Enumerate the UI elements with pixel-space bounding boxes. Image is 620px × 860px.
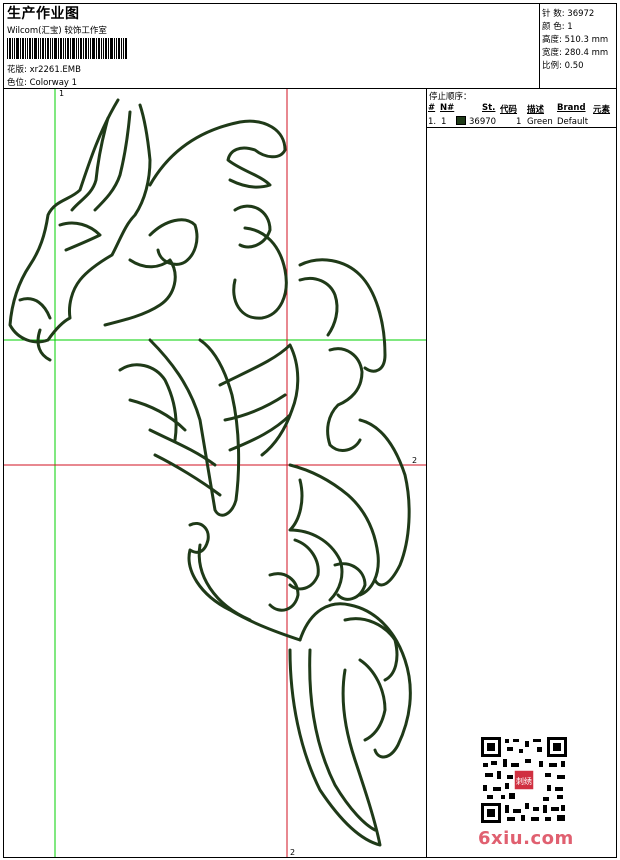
svg-text:刺绣: 刺绣	[516, 776, 532, 786]
spec-height: 高度: 510.3 mm	[542, 33, 608, 45]
header-divider	[3, 88, 617, 89]
spec-colors: 颜 色: 1	[542, 20, 573, 32]
spec-label: 针 数:	[542, 9, 565, 19]
sidebar-table-divider	[426, 127, 617, 128]
colorway-value: Colorway 1	[29, 78, 78, 88]
stop-sequence-title: 停止顺序：	[429, 92, 472, 102]
spec-value: 280.4 mm	[564, 48, 609, 58]
column-header-number: N#	[440, 103, 455, 113]
company-name: Wilcom(汇宝) 较饰工作室	[7, 26, 107, 36]
column-header-code: 代码	[500, 105, 518, 115]
spec-value: 36972	[567, 9, 595, 19]
header-spec-divider	[539, 3, 540, 88]
spec-label: 高度:	[542, 35, 562, 45]
colorway-label: 色位:	[7, 78, 27, 88]
column-header-brand: Brand	[557, 103, 586, 113]
spec-value: 510.3 mm	[564, 35, 609, 45]
green-guide-label: 1	[59, 89, 65, 98]
page-frame	[3, 3, 617, 858]
row-stitches: 36970	[469, 117, 497, 127]
sidebar-divider	[426, 88, 427, 858]
row-brand: Default	[557, 117, 589, 127]
row-index: 1.	[428, 117, 437, 127]
design-file: xr2261.EMB	[29, 65, 81, 75]
spec-label: 颜 色:	[542, 22, 565, 32]
spec-scale: 比例: 0.50	[542, 59, 584, 71]
row-description: Green	[527, 117, 553, 127]
spec-value: 1	[567, 22, 573, 32]
page-title: 生产作业图	[7, 6, 80, 22]
design-label: 花版:	[7, 65, 27, 75]
column-header-stitches: St.	[482, 103, 496, 113]
column-header-description: 描述	[527, 105, 545, 115]
red-guide-bottom-label: 2	[290, 848, 296, 857]
thread-color-swatch	[456, 116, 466, 125]
spec-stitch-count: 针 数: 36972	[542, 7, 594, 19]
colorway-line: 色位: Colorway 1	[7, 76, 77, 88]
site-watermark: 6xiu.com	[478, 828, 574, 849]
spec-value: 0.50	[564, 61, 584, 71]
column-header-index: #	[428, 103, 436, 113]
qr-code: 刺绣	[481, 737, 567, 823]
barcode	[7, 38, 127, 59]
spec-label: 比例:	[542, 61, 562, 71]
row-code: 1	[516, 117, 522, 127]
red-guide-right-label: 2	[412, 456, 418, 465]
spec-label: 宽度:	[542, 48, 562, 58]
row-number: 1	[441, 117, 447, 127]
design-file-line: 花版: xr2261.EMB	[7, 63, 81, 75]
column-header-element: 元素	[593, 105, 611, 115]
spec-width: 宽度: 280.4 mm	[542, 46, 608, 58]
